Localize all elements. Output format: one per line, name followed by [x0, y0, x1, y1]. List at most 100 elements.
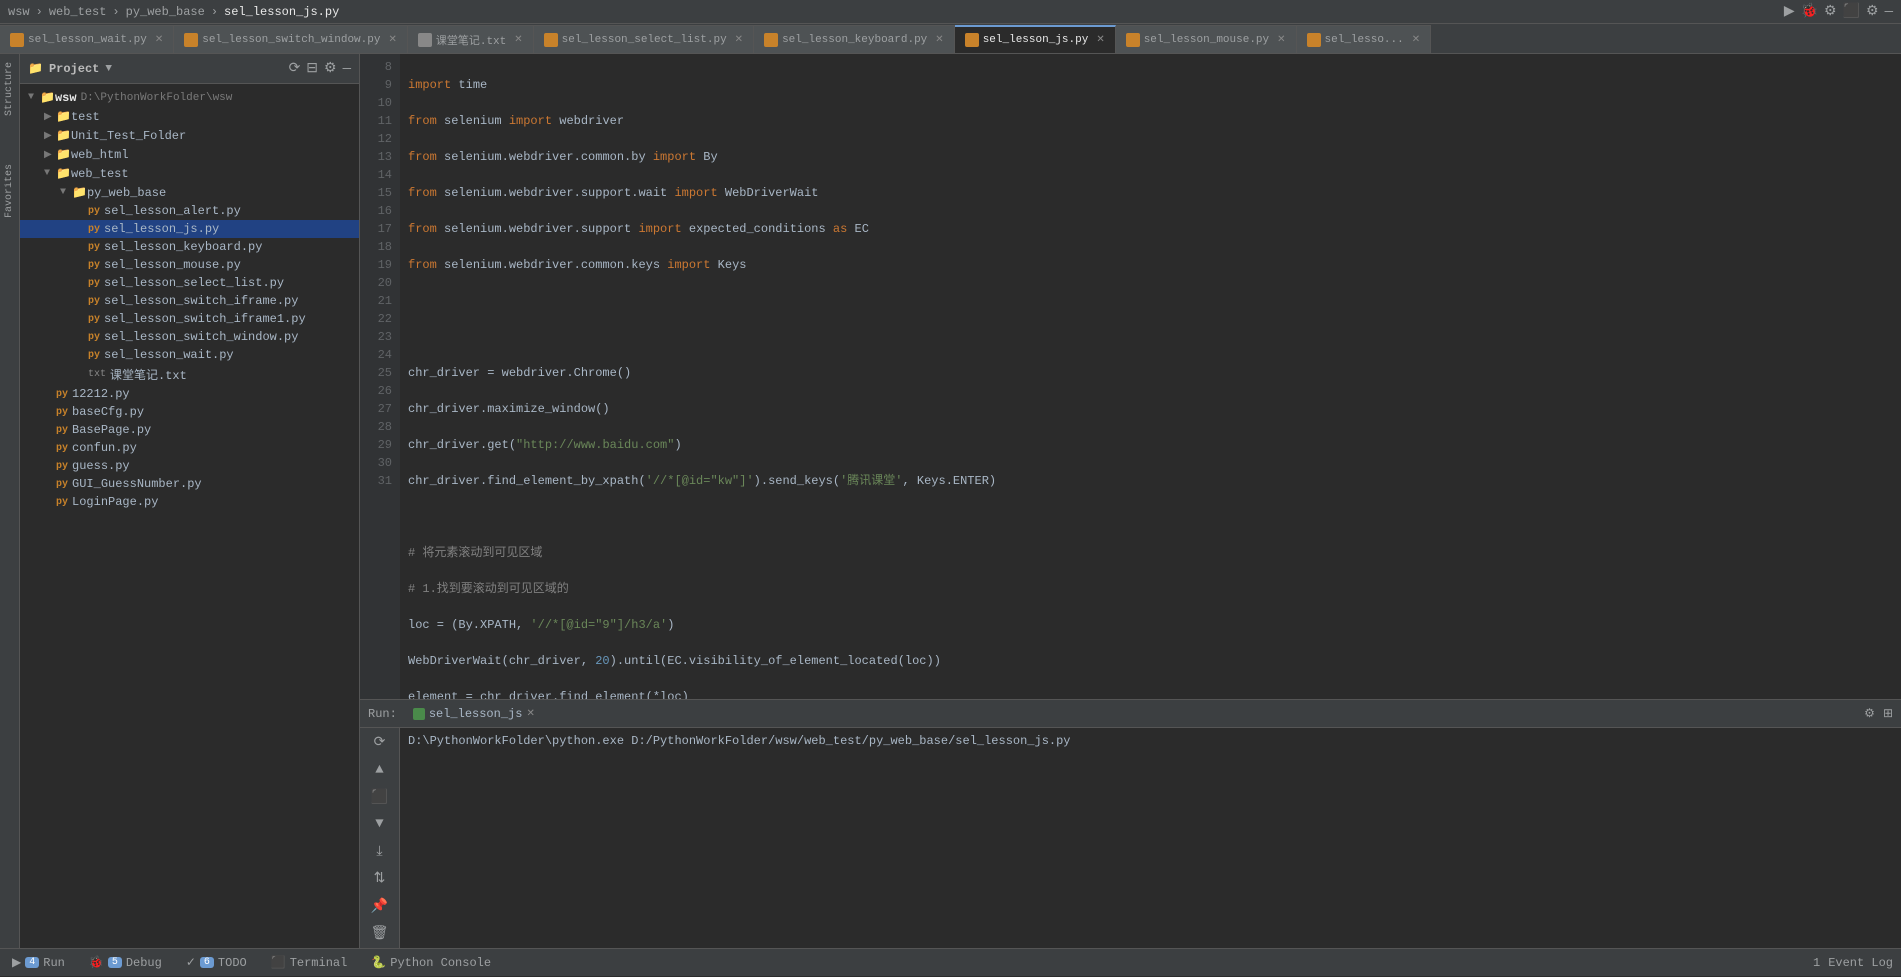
tree-item-gui-guess[interactable]: py GUI_GuessNumber.py [20, 475, 359, 493]
tree-item-sel-lesson-switch-window[interactable]: py sel_lesson_switch_window.py [20, 328, 359, 346]
bottom-tab-python-console[interactable]: 🐍 Python Console [367, 949, 495, 977]
scroll-down-button[interactable]: ▼ [368, 814, 392, 835]
tree-item-label: guess.py [72, 459, 130, 473]
tree-item-12212[interactable]: py 12212.py [20, 385, 359, 403]
run-settings-restore[interactable]: ⊞ [1883, 706, 1893, 721]
tab-close[interactable]: ✕ [1412, 34, 1420, 46]
run-icon[interactable]: ▶ [1784, 3, 1795, 20]
scroll-to-end-button[interactable]: ⤓ [368, 841, 392, 862]
tree-item-web-test[interactable]: ▼ 📁 web_test [20, 164, 359, 183]
code-line-19: chr_driver.find_element_by_xpath('//*[@i… [408, 472, 1893, 490]
tree-item-sel-lesson-select-list[interactable]: py sel_lesson_select_list.py [20, 274, 359, 292]
trash-button[interactable]: 🗑 [368, 923, 392, 944]
todo-badge: 6 [200, 957, 214, 968]
editor-content[interactable]: 8 9 10 11 12 13 14 15 16 17 18 19 20 21 … [360, 54, 1901, 699]
tree-item-sel-lesson-js[interactable]: py sel_lesson_js.py [20, 220, 359, 238]
tree-item-basecfg[interactable]: py baseCfg.py [20, 403, 359, 421]
tab-sel-lesson-switch-window[interactable]: sel_lesson_switch_window.py ✕ [174, 25, 408, 53]
py-file-icon: py [56, 461, 68, 472]
settings-icon[interactable]: ⚙ [1866, 3, 1879, 20]
folder-icon: 📁 [56, 109, 71, 124]
tree-item-basepage[interactable]: py BasePage.py [20, 421, 359, 439]
tab-close[interactable]: ✕ [935, 34, 943, 46]
tab-close[interactable]: ✕ [1096, 34, 1104, 46]
code-line-14 [408, 292, 1893, 310]
tab-icon-py [764, 33, 778, 47]
rerun-button[interactable]: ⟳ [368, 732, 392, 753]
run-settings: ⚙ ⊞ [1864, 706, 1893, 721]
tree-item-web-html[interactable]: ▶ 📁 web_html [20, 145, 359, 164]
tree-item-test[interactable]: ▶ 📁 test [20, 107, 359, 126]
run-tab-close[interactable]: ✕ [526, 708, 534, 720]
code-editor[interactable]: import time from selenium import webdriv… [400, 54, 1901, 699]
debug-icon[interactable]: 🐞 [1801, 3, 1818, 20]
coverage-icon[interactable]: ⚙ [1824, 3, 1837, 20]
py-file-icon: py [88, 260, 100, 271]
tree-item-notes[interactable]: txt 课堂笔记.txt [20, 364, 359, 385]
tree-item-sel-lesson-wait[interactable]: py sel_lesson_wait.py [20, 346, 359, 364]
collapse-icon[interactable]: ⊟ [306, 60, 318, 77]
tree-item-loginpage[interactable]: py LoginPage.py [20, 493, 359, 511]
tab-label: sel_lesson_keyboard.py [782, 34, 927, 46]
expand-arrow: ▼ [44, 168, 56, 179]
tab-close[interactable]: ✕ [514, 34, 522, 46]
line-numbers: 8 9 10 11 12 13 14 15 16 17 18 19 20 21 … [360, 54, 400, 699]
debug-tab-label: Debug [126, 956, 162, 970]
run-output-line: D:\PythonWorkFolder\python.exe D:/Python… [408, 732, 1893, 750]
tree-item-sel-lesson-switch-iframe1[interactable]: py sel_lesson_switch_iframe1.py [20, 310, 359, 328]
code-line-9: from selenium import webdriver [408, 112, 1893, 130]
tab-sel-lesson-mouse[interactable]: sel_lesson_mouse.py ✕ [1116, 25, 1297, 53]
tree-item-label: test [71, 110, 100, 124]
tree-item-sel-lesson-alert[interactable]: py sel_lesson_alert.py [20, 202, 359, 220]
code-line-18: chr_driver.get("http://www.baidu.com") [408, 436, 1893, 454]
run-settings-gear[interactable]: ⚙ [1864, 706, 1875, 721]
tab-icon-py [1307, 33, 1321, 47]
expand-arrow: ▶ [44, 111, 56, 123]
tree-item-py-web-base[interactable]: ▼ 📁 py_web_base [20, 183, 359, 202]
structure-label[interactable]: Structure [2, 58, 17, 120]
tree-item-confun[interactable]: py confun.py [20, 439, 359, 457]
tab-sel-lesson-wait[interactable]: sel_lesson_wait.py ✕ [0, 25, 174, 53]
event-log-badge: 1 [1813, 956, 1820, 970]
main-content: Structure Favorites 📁 Project ▼ ⟳ ⊟ ⚙ — … [0, 54, 1901, 948]
settings-icon[interactable]: ⚙ [324, 60, 337, 77]
pin-button[interactable]: 📌 [368, 896, 392, 917]
tab-notes[interactable]: 课堂笔记.txt ✕ [408, 25, 534, 53]
minimize-sidebar-icon[interactable]: — [343, 61, 351, 77]
folder-icon: 📁 [72, 185, 87, 200]
bottom-tab-run[interactable]: ▶ 4 Run [8, 949, 69, 977]
sort-button[interactable]: ⇅ [368, 868, 392, 889]
tree-item-label: sel_lesson_select_list.py [104, 276, 284, 290]
stop-icon[interactable]: ⬛ [1843, 3, 1860, 20]
tab-sel-lesson-select-list[interactable]: sel_lesson_select_list.py ✕ [534, 25, 754, 53]
code-line-24: WebDriverWait(chr_driver, 20).until(EC.v… [408, 652, 1893, 670]
tree-item-label: sel_lesson_js.py [104, 222, 219, 236]
sync-icon[interactable]: ⟳ [289, 60, 301, 77]
tab-close[interactable]: ✕ [735, 34, 743, 46]
tree-item-unit-test-folder[interactable]: ▶ 📁 Unit_Test_Folder [20, 126, 359, 145]
scroll-up-button[interactable]: ▲ [368, 759, 392, 780]
tab-close[interactable]: ✕ [1277, 34, 1285, 46]
tree-item-sel-lesson-switch-iframe[interactable]: py sel_lesson_switch_iframe.py [20, 292, 359, 310]
tab-close[interactable]: ✕ [155, 34, 163, 46]
tab-sel-lesson-keyboard[interactable]: sel_lesson_keyboard.py ✕ [754, 25, 955, 53]
tree-item-label: sel_lesson_keyboard.py [104, 240, 262, 254]
run-tab-sel-lesson-js[interactable]: sel_lesson_js ✕ [405, 700, 543, 728]
bottom-tab-terminal[interactable]: ⬛ Terminal [267, 949, 352, 977]
project-dropdown-icon[interactable]: ▼ [105, 63, 112, 75]
stop-button[interactable]: ⬛ [368, 787, 392, 808]
minimize-icon[interactable]: — [1885, 4, 1893, 20]
tab-sel-lesson-more[interactable]: sel_lesso... ✕ [1297, 25, 1432, 53]
tree-item-sel-lesson-keyboard[interactable]: py sel_lesson_keyboard.py [20, 238, 359, 256]
tab-close[interactable]: ✕ [388, 34, 396, 46]
tab-sel-lesson-js[interactable]: sel_lesson_js.py ✕ [955, 25, 1116, 53]
bottom-tab-todo[interactable]: ✓ 6 TODO [182, 949, 251, 977]
tree-item-guess[interactable]: py guess.py [20, 457, 359, 475]
favorites-label[interactable]: Favorites [2, 160, 17, 222]
code-line-22: # 1.找到要滚动到可见区域的 [408, 580, 1893, 598]
bottom-tab-debug[interactable]: 🐞 5 Debug [85, 949, 166, 977]
tree-item-wsw[interactable]: ▼ 📁 wsw D:\PythonWorkFolder\wsw [20, 88, 359, 107]
terminal-tab-icon: ⬛ [271, 955, 286, 970]
py-file-icon: py [88, 278, 100, 289]
tree-item-sel-lesson-mouse[interactable]: py sel_lesson_mouse.py [20, 256, 359, 274]
